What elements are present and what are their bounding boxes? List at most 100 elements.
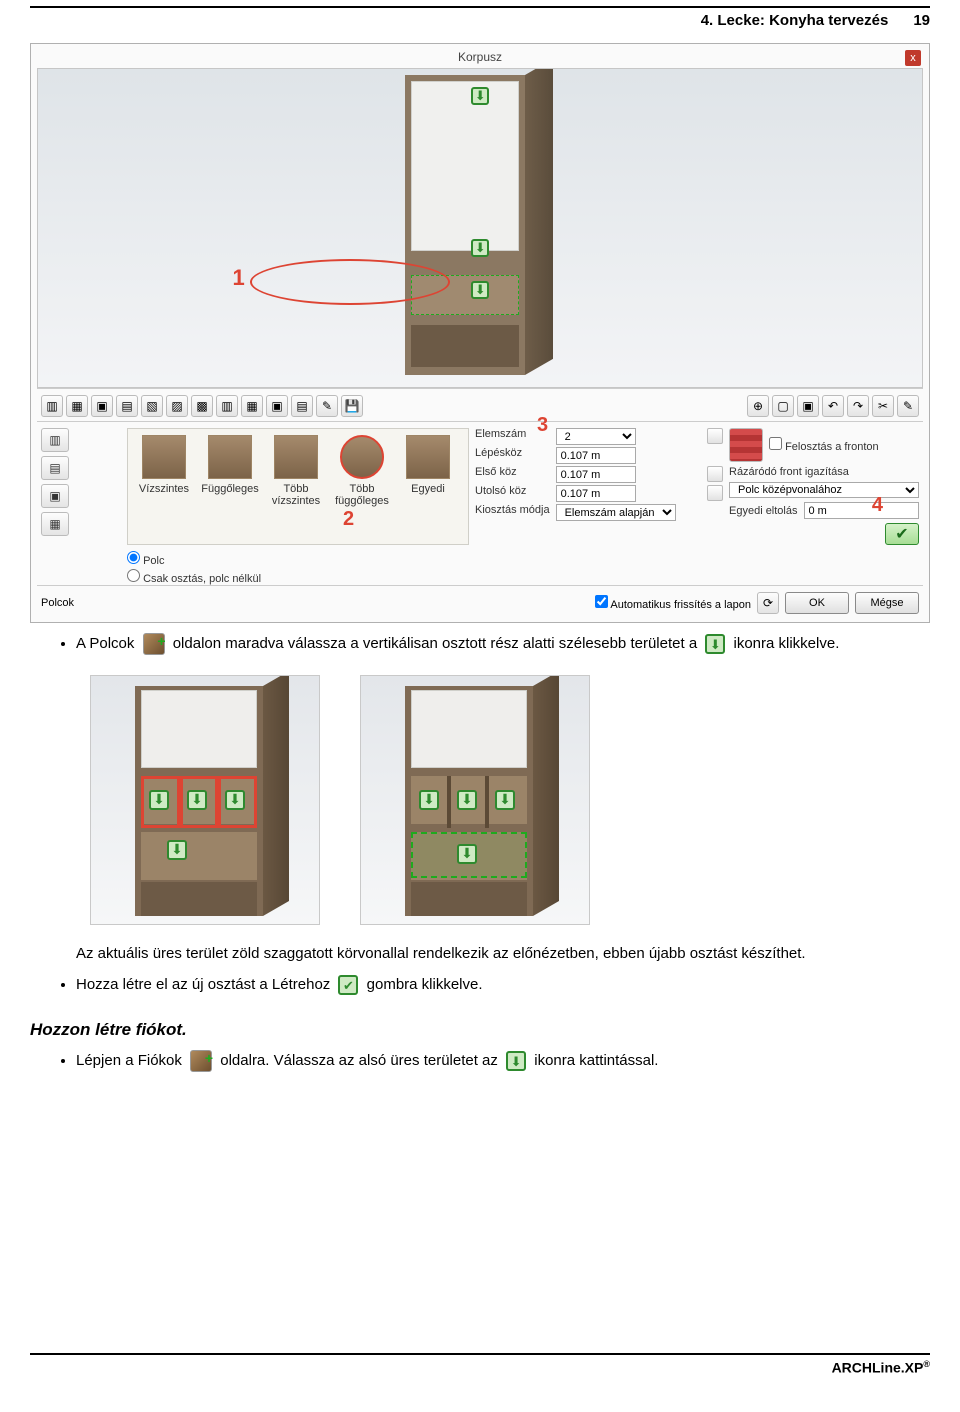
- apply-button[interactable]: ✔: [885, 523, 919, 545]
- page-footer: ARCHLine.XP®: [30, 1353, 930, 1376]
- front-icon[interactable]: [729, 428, 763, 462]
- annotation-circle: [250, 259, 450, 305]
- tool-icon[interactable]: ▨: [166, 395, 188, 417]
- two-previews: ⬇ ⬇ ⬇ ⬇ ⬇ ⬇ ⬇ ⬇: [90, 675, 930, 925]
- drawer-icon: [190, 1050, 212, 1072]
- tool-icon[interactable]: 💾: [341, 395, 363, 417]
- annotation-number: 1: [232, 265, 244, 291]
- footer-left-label: Polcok: [41, 597, 74, 609]
- tool-icon[interactable]: ✂: [872, 395, 894, 417]
- ok-button[interactable]: OK: [785, 592, 849, 614]
- tool-icon[interactable]: ▤: [291, 395, 313, 417]
- tool-icon[interactable]: ⊕: [747, 395, 769, 417]
- checkbox-felosztas[interactable]: [769, 437, 782, 450]
- shelf-type-icon[interactable]: ▦: [41, 512, 69, 536]
- tool-icon[interactable]: ▥: [41, 395, 63, 417]
- checkbox-auto[interactable]: Automatikus frissítés a lapon: [595, 595, 751, 611]
- download-icon: ⬇: [495, 790, 515, 810]
- tool-icon[interactable]: ▣: [797, 395, 819, 417]
- annotation-number: 3: [537, 414, 548, 437]
- undo-icon[interactable]: ↶: [822, 395, 844, 417]
- radio-csak-osztas[interactable]: Csak osztás, polc nélkül: [127, 569, 917, 585]
- tool-icon[interactable]: ▤: [116, 395, 138, 417]
- header-page: 19: [913, 12, 930, 29]
- thumb-tobb-vizszintes[interactable]: Több vízszintes: [266, 435, 326, 507]
- download-icon: ⬇: [471, 281, 489, 299]
- tool-icon[interactable]: ▣: [91, 395, 113, 417]
- lock-icon[interactable]: [707, 485, 723, 501]
- shelf-panel: ▥ ▤ ▣ ▦ Vízszintes Függőleges Több vízsz…: [37, 421, 923, 547]
- dialog-footer: Polcok Automatikus frissítés a lapon ⟳ O…: [37, 585, 923, 614]
- section-heading: Hozzon létre fiókot.: [30, 1020, 930, 1040]
- input-igazitas[interactable]: Polc középvonalához: [729, 482, 919, 498]
- annotation-number: 2: [343, 508, 354, 531]
- label-felosztas: Felosztás a fronton: [769, 437, 879, 453]
- tool-icon[interactable]: ✎: [316, 395, 338, 417]
- cancel-button[interactable]: Mégse: [855, 592, 919, 614]
- tool-icon[interactable]: ▧: [141, 395, 163, 417]
- download-icon: ⬇: [471, 87, 489, 105]
- download-icon: ⬇: [225, 790, 245, 810]
- doc-bullet: A Polcok oldalon maradva válassza a vert…: [76, 631, 930, 657]
- toolbar: ▥ ▦ ▣ ▤ ▧ ▨ ▩ ▥ ▦ ▣ ▤ ✎ 💾 ⊕ ▢ ▣ ↶ ↷: [37, 388, 923, 421]
- doc-bullet: Hozza létre el az új osztást a Létrehoz …: [76, 972, 930, 998]
- check-icon: ✔: [338, 975, 358, 995]
- refresh-icon[interactable]: ⟳: [757, 592, 779, 614]
- redo-icon[interactable]: ↷: [847, 395, 869, 417]
- tool-icon[interactable]: ▦: [66, 395, 88, 417]
- preview-3d: ⬇ ⬇ ⬇ 1: [37, 68, 923, 388]
- input-elemszam[interactable]: 2: [556, 428, 636, 445]
- fields-grid: Elemszám 2 Lépésköz Első köz Utolsó köz …: [475, 428, 723, 545]
- tool-icon[interactable]: ▣: [266, 395, 288, 417]
- thumb-strip: Vízszintes Függőleges Több vízszintes Tö…: [127, 428, 469, 545]
- download-icon: ⬇: [167, 840, 187, 860]
- label-igazitas: Rázáródó front igazítása: [729, 466, 919, 478]
- label-eltolas: Egyedi eltolás: [729, 505, 798, 517]
- download-icon: ⬇: [705, 634, 725, 654]
- label-elsokoz: Első köz: [475, 466, 550, 483]
- label-utolsokoz: Utolsó köz: [475, 485, 550, 502]
- download-icon: ⬇: [506, 1051, 526, 1071]
- korpusz-window: Korpusz x ⬇ ⬇ ⬇ 1 ▥ ▦ ▣ ▤ ▧: [30, 43, 930, 623]
- shelf-icon: [143, 633, 165, 655]
- radio-group: Polc Csak osztás, polc nélkül: [37, 547, 923, 585]
- lock-icon[interactable]: [707, 428, 723, 444]
- lock-icon[interactable]: [707, 466, 723, 482]
- tool-icon[interactable]: ▩: [191, 395, 213, 417]
- download-icon: ⬇: [149, 790, 169, 810]
- close-icon[interactable]: x: [905, 50, 921, 66]
- label-lepeskoz: Lépésköz: [475, 447, 550, 464]
- header-title: 4. Lecke: Konyha tervezés: [701, 12, 889, 29]
- radio-polc[interactable]: Polc: [127, 551, 917, 567]
- preview-green-sel: ⬇ ⬇ ⬇ ⬇: [360, 675, 590, 925]
- thumb-fuggoleges[interactable]: Függőleges: [200, 435, 260, 495]
- thumb-egyedi[interactable]: Egyedi: [398, 435, 458, 495]
- annotation-number: 4: [872, 494, 883, 517]
- preview-red-divs: ⬇ ⬇ ⬇ ⬇: [90, 675, 320, 925]
- shelf-type-icon[interactable]: ▥: [41, 428, 69, 452]
- download-icon: ⬇: [471, 239, 489, 257]
- download-icon: ⬇: [457, 790, 477, 810]
- shelf-type-icon[interactable]: ▤: [41, 456, 69, 480]
- input-lepeskoz[interactable]: [556, 447, 636, 464]
- window-title: Korpusz: [458, 50, 502, 64]
- input-elsokoz[interactable]: [556, 466, 636, 483]
- tool-icon[interactable]: ✎: [897, 395, 919, 417]
- label-kiosztas: Kiosztás módja: [475, 504, 550, 521]
- thumb-vizszintes[interactable]: Vízszintes: [134, 435, 194, 495]
- input-eltolas[interactable]: [804, 502, 920, 519]
- shelf-type-icon[interactable]: ▣: [41, 484, 69, 508]
- thumb-tobb-fuggoleges[interactable]: Több függőleges: [332, 435, 392, 507]
- tool-icon[interactable]: ▦: [241, 395, 263, 417]
- download-icon: ⬇: [187, 790, 207, 810]
- cabinet-model: [405, 75, 555, 375]
- right-column: Felosztás a fronton Rázáródó front igazí…: [729, 428, 919, 545]
- tool-icon[interactable]: ▢: [772, 395, 794, 417]
- download-icon: ⬇: [457, 844, 477, 864]
- doc-bullet: Lépjen a Fiókok oldalra. Válassza az als…: [76, 1048, 930, 1074]
- input-kiosztas[interactable]: Elemszám alapján: [556, 504, 676, 521]
- tool-icon[interactable]: ▥: [216, 395, 238, 417]
- page-header: 4. Lecke: Konyha tervezés 19: [30, 6, 930, 29]
- input-utolsokoz[interactable]: [556, 485, 636, 502]
- doc-text: Az aktuális üres terület zöld szaggatott…: [76, 943, 930, 965]
